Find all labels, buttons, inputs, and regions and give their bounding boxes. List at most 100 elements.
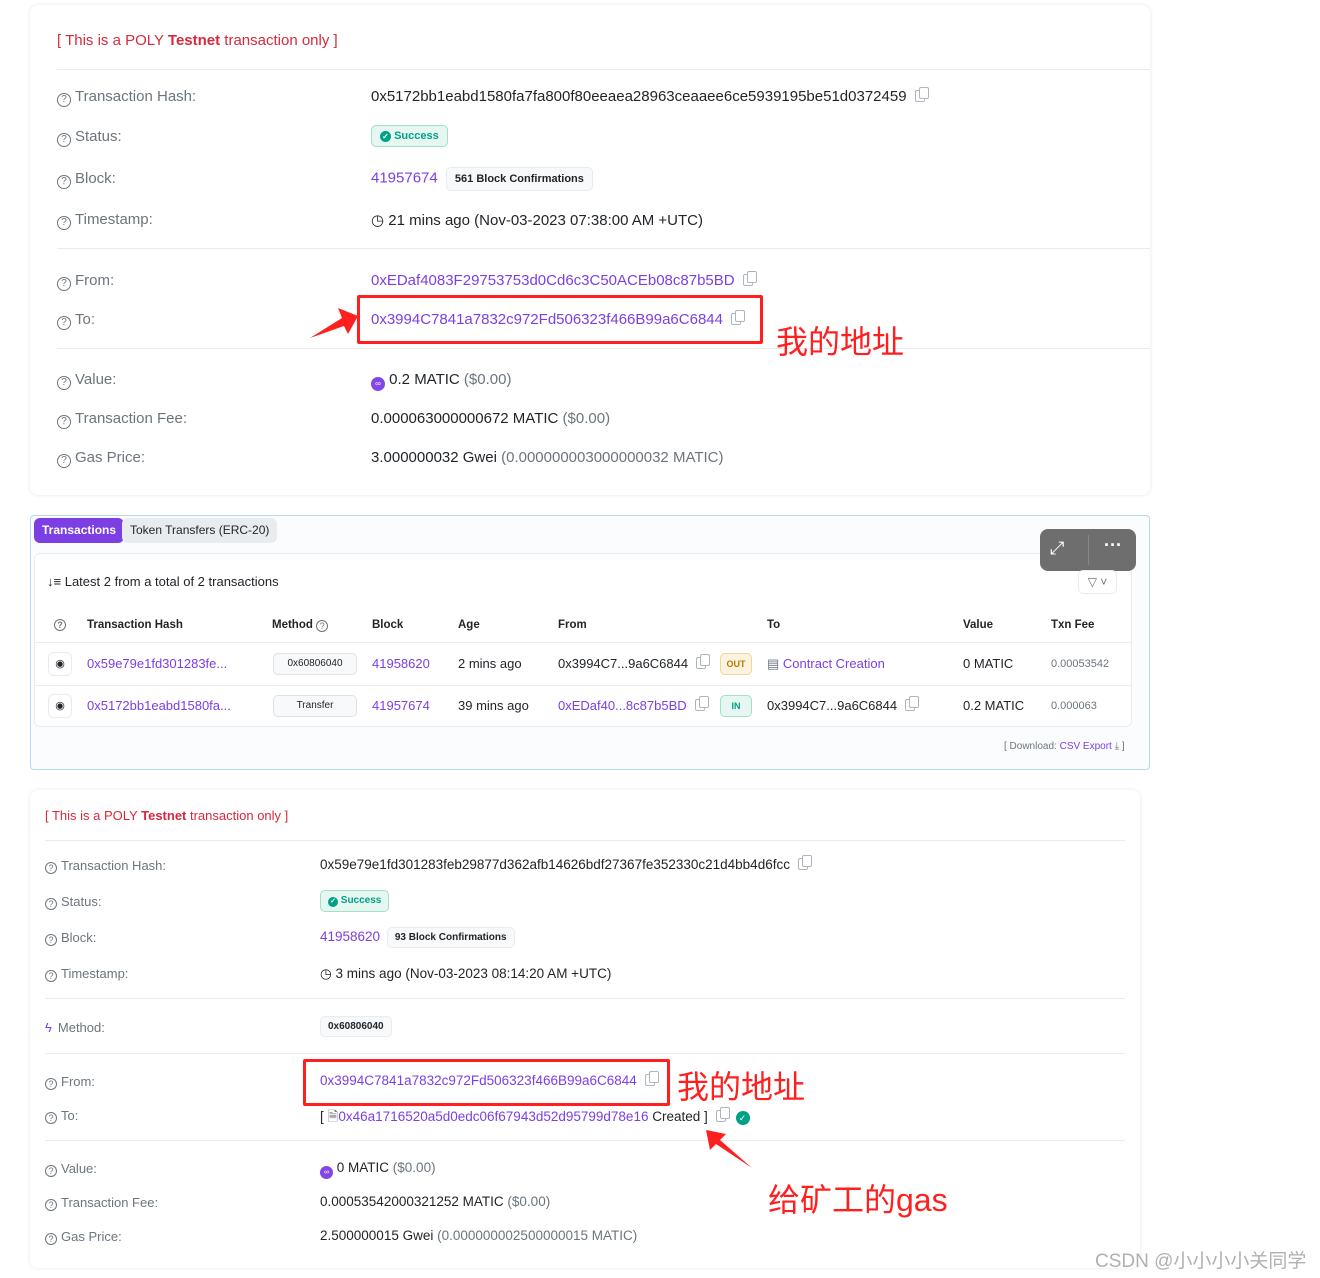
label-block: ? Block: bbox=[57, 170, 116, 189]
column-age[interactable]: Age bbox=[458, 619, 480, 631]
table-row: ◉ bbox=[48, 652, 72, 676]
row-fee: 0.000063 bbox=[1051, 700, 1097, 712]
testnet-banner: [ This is a POLY Testnet transaction onl… bbox=[57, 32, 338, 49]
column-block: Block bbox=[372, 619, 404, 631]
value-amount: ∞ 0.2 MATIC ($0.00) bbox=[371, 371, 511, 391]
method-badge: 0x60806040 bbox=[273, 653, 357, 675]
status-badge: ✓ Success bbox=[320, 890, 390, 912]
column-method: Method ? bbox=[272, 619, 332, 632]
annotation-my-address: 我的地址 bbox=[677, 1069, 806, 1105]
label-from: ? From: bbox=[45, 1074, 95, 1090]
help-icon: ? bbox=[45, 1112, 57, 1124]
eye-icon[interactable]: ◉ bbox=[48, 652, 72, 676]
help-icon: ? bbox=[45, 898, 57, 910]
row-age: 39 mins ago bbox=[458, 698, 529, 713]
help-icon: ? bbox=[45, 1165, 57, 1177]
label-gas-price: ? Gas Price: bbox=[45, 1229, 122, 1245]
help-icon: ? bbox=[57, 93, 71, 107]
direction-badge-in: IN bbox=[720, 695, 752, 717]
row-fee: 0.00053542 bbox=[1051, 658, 1110, 670]
copy-icon[interactable] bbox=[914, 87, 929, 102]
row-value: 0.2 MATIC bbox=[963, 698, 1025, 713]
clock-icon: ◷ bbox=[371, 212, 385, 229]
row-age: 2 mins ago bbox=[458, 656, 522, 671]
column-value: Value bbox=[963, 619, 994, 631]
copy-icon[interactable] bbox=[742, 271, 757, 286]
help-icon: ? bbox=[45, 1233, 57, 1245]
help-icon: ? bbox=[57, 133, 71, 147]
table-row: ◉ bbox=[48, 694, 72, 718]
label-timestamp: ? Timestamp: bbox=[57, 211, 153, 230]
floating-toolbar: ⤢ ··· bbox=[1040, 529, 1136, 571]
help-icon: ? bbox=[57, 175, 71, 189]
label-transaction-fee: ? Transaction Fee: bbox=[45, 1195, 158, 1211]
help-icon: ? bbox=[57, 216, 71, 230]
help-icon: ? bbox=[45, 1078, 57, 1090]
column-to: To bbox=[767, 619, 781, 631]
column-txn-fee[interactable]: Txn Fee bbox=[1051, 619, 1094, 631]
copy-icon[interactable] bbox=[694, 696, 709, 711]
check-circle-icon: ✓ bbox=[380, 131, 391, 142]
highlight-box bbox=[303, 1059, 670, 1106]
eye-icon[interactable]: ◉ bbox=[48, 694, 72, 718]
annotation-gas-to-miner: 给矿工的gas bbox=[768, 1182, 948, 1218]
block-link[interactable]: 41957674 bbox=[371, 170, 438, 187]
row-block-link[interactable]: 41957674 bbox=[372, 698, 430, 713]
tab-token-transfers[interactable]: Token Transfers (ERC-20) bbox=[122, 518, 278, 543]
help-icon: ? bbox=[57, 454, 71, 468]
gas-price-value: 2.500000015 Gwei (0.000000002500000015 M… bbox=[320, 1228, 638, 1243]
row-from: 0x3994C7...9a6C6844 bbox=[558, 654, 711, 671]
help-icon: ? bbox=[45, 934, 57, 946]
transaction-hash-value: 0x59e79e1fd301283feb29877d362afb14626bdf… bbox=[320, 855, 812, 872]
from-value: 0xEDaf4083F29753753d0Cd6c3C50ACEb08c87b5… bbox=[371, 271, 757, 289]
from-address-link[interactable]: 0xEDaf4083F29753753d0Cd6c3C50ACEb08c87b5… bbox=[371, 272, 735, 289]
more-icon[interactable]: ··· bbox=[1104, 535, 1122, 556]
filter-button[interactable]: ▽ ˅ bbox=[1078, 570, 1117, 594]
label-status: ? Status: bbox=[45, 894, 101, 910]
transaction-hash-value: 0x5172bb1eabd1580fa7fa800f80eeaea28963ce… bbox=[371, 87, 929, 105]
confirmations-badge: 561 Block Confirmations bbox=[445, 167, 593, 191]
row-to: 0x3994C7...9a6C6844 bbox=[767, 696, 920, 713]
red-arrow-icon bbox=[706, 1130, 752, 1168]
help-icon: ? bbox=[57, 316, 71, 330]
copy-icon[interactable] bbox=[905, 696, 920, 711]
direction-badge-out: OUT bbox=[720, 653, 752, 675]
testnet-banner: [ This is a POLY Testnet transaction onl… bbox=[45, 808, 289, 823]
label-block: ? Block: bbox=[45, 930, 96, 946]
help-icon: ? bbox=[45, 970, 57, 982]
list-summary: ↓≡ Latest 2 from a total of 2 transactio… bbox=[47, 574, 279, 589]
contract-file-icon: 🗎 bbox=[327, 1109, 339, 1124]
help-icon: ? bbox=[57, 415, 71, 429]
row-block-link[interactable]: 41958620 bbox=[372, 656, 430, 671]
contract-address-link[interactable]: 0x46a1716520a5d0edc06f67943d52d95799d78e… bbox=[338, 1109, 648, 1124]
lightning-icon: ϟ bbox=[45, 1020, 52, 1035]
label-transaction-hash: ? Transaction Hash: bbox=[57, 88, 196, 107]
column-from: From bbox=[558, 619, 587, 631]
row-from: 0xEDaf40...8c87b5BD bbox=[558, 696, 709, 713]
expand-icon[interactable]: ⤢ bbox=[1050, 538, 1064, 559]
row-hash-link[interactable]: 0x5172bb1eabd1580fa... bbox=[87, 698, 231, 713]
block-value: 41957674 561 Block Confirmations bbox=[371, 167, 593, 191]
method-badge: Transfer bbox=[273, 695, 357, 717]
clock-icon: ◷ bbox=[320, 966, 332, 981]
label-to: ? To: bbox=[57, 311, 95, 330]
copy-icon[interactable] bbox=[797, 855, 812, 870]
fee-value: 0.000063000000672 MATIC ($0.00) bbox=[371, 410, 611, 427]
download-csv: [ Download: CSV Export ⤓ ] bbox=[1004, 741, 1125, 752]
label-transaction-hash: ? Transaction Hash: bbox=[45, 858, 166, 874]
matic-icon: ∞ bbox=[320, 1166, 333, 1179]
check-circle-icon: ✓ bbox=[328, 897, 338, 907]
method-badge: 0x60806040 bbox=[320, 1016, 392, 1037]
label-value: ? Value: bbox=[45, 1161, 97, 1177]
verified-check-icon: ✓ bbox=[735, 1111, 750, 1125]
tab-transactions[interactable]: Transactions bbox=[34, 518, 125, 543]
confirmations-badge: 93 Block Confirmations bbox=[386, 927, 515, 948]
filter-icon: ▽ bbox=[1087, 575, 1097, 589]
copy-icon[interactable] bbox=[696, 654, 711, 669]
block-link[interactable]: 41958620 bbox=[320, 929, 380, 944]
help-icon: ? bbox=[54, 618, 70, 631]
help-icon: ? bbox=[45, 862, 57, 874]
copy-icon[interactable] bbox=[715, 1107, 730, 1122]
fee-value: 0.00053542000321252 MATIC ($0.00) bbox=[320, 1194, 551, 1209]
row-hash-link[interactable]: 0x59e79e1fd301283fe... bbox=[87, 656, 227, 671]
